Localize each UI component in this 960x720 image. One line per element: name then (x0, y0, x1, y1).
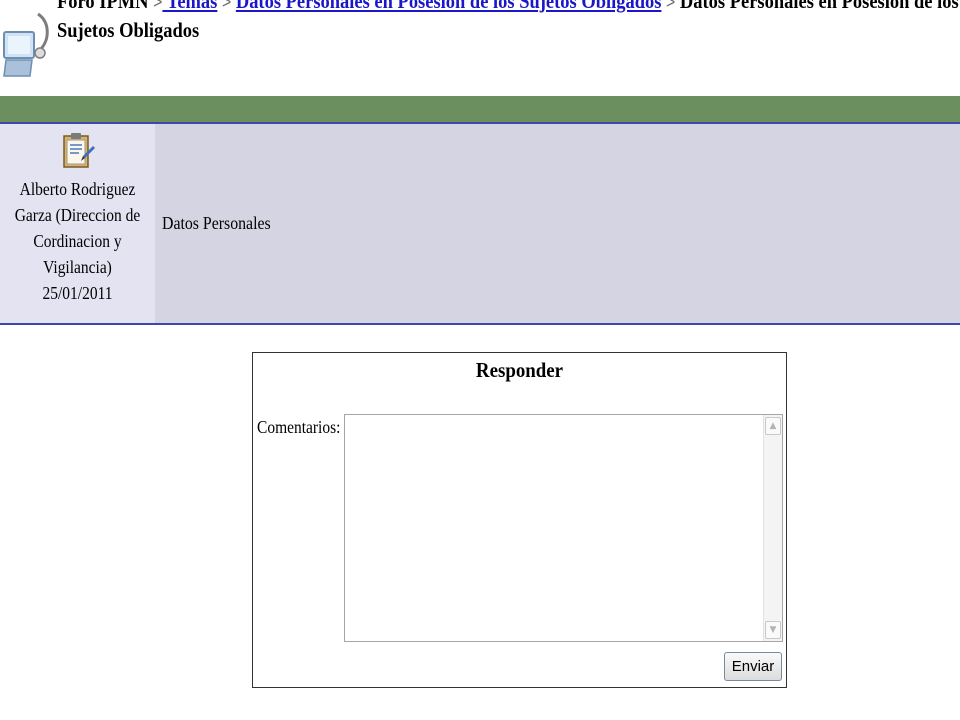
breadcrumb-link-topic[interactable]: Datos Personales en Posesion de los Suje… (236, 0, 662, 13)
post-author-line: Garza (Direccion de (14, 205, 141, 225)
breadcrumb-separator: > (221, 0, 232, 12)
breadcrumb: Foro IPMN > Temas > Datos Personales en … (57, 0, 959, 57)
comments-label: Comentarios: (257, 417, 341, 437)
comments-scrollbar[interactable]: ▲ ▼ (763, 415, 782, 641)
clipboard-icon (62, 133, 95, 168)
post-author-line: Cordinacion y (33, 231, 122, 251)
comments-textarea-frame: ▲ ▼ (344, 414, 783, 642)
send-button[interactable]: Enviar (724, 652, 782, 681)
post-row: Alberto Rodriguez Garza (Direccion de Co… (0, 124, 960, 325)
post-author-line: Alberto Rodriguez (19, 179, 136, 199)
post-author-cell: Alberto Rodriguez Garza (Direccion de Co… (0, 124, 155, 323)
post-message: Datos Personales (162, 213, 271, 233)
breadcrumb-separator: > (153, 0, 163, 12)
forum-header-bar (0, 96, 960, 124)
scroll-up-arrow-icon[interactable]: ▲ (765, 417, 781, 435)
breadcrumb-link-temas[interactable]: Temas (162, 0, 218, 13)
post-date: 25/01/2011 (42, 283, 113, 303)
breadcrumb-current-continued: Sujetos Obligados (57, 18, 200, 42)
forum-page: Foro IPMN > Temas > Datos Personales en … (0, 0, 960, 720)
reply-form: Responder Comentarios: ▲ ▼ Enviar (252, 352, 787, 688)
breadcrumb-root: Foro IPMN (57, 0, 149, 13)
comments-textarea[interactable] (345, 415, 763, 641)
scroll-down-arrow-icon[interactable]: ▼ (765, 621, 781, 639)
post-author-line: Vigilancia) (43, 257, 112, 277)
breadcrumb-separator: > (666, 0, 676, 12)
computer-logo-icon (3, 12, 49, 77)
reply-title: Responder (475, 358, 564, 382)
page-header: Foro IPMN > Temas > Datos Personales en … (0, 0, 960, 96)
post-message-cell: Datos Personales (155, 124, 960, 323)
breadcrumb-current: Datos Personales en Posesion de los (679, 0, 959, 13)
